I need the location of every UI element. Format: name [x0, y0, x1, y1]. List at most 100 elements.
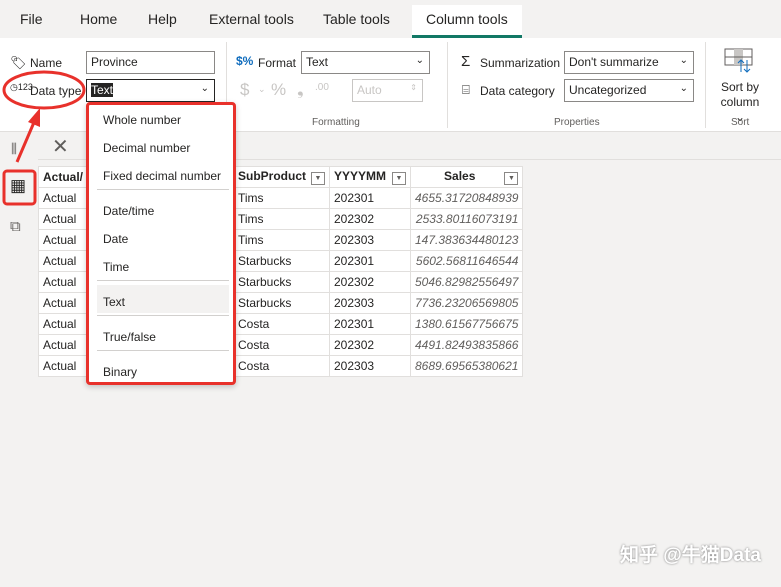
percent-button[interactable]: %: [271, 80, 286, 100]
table-cell[interactable]: Starbucks: [233, 292, 330, 314]
chevron-down-icon: ⌄: [258, 84, 266, 94]
table-cell[interactable]: Costa: [233, 313, 330, 335]
currency-button[interactable]: $: [240, 80, 249, 100]
model-view-icon[interactable]: ⧉: [10, 218, 21, 235]
data-category-label: Data category: [480, 84, 555, 98]
table-cell[interactable]: 5046.82982556497: [409, 271, 524, 293]
data-category-value: Uncategorized: [569, 83, 647, 97]
separator: [97, 315, 229, 316]
divider: [447, 42, 448, 128]
properties-group-label: Properties: [554, 117, 600, 128]
chevron-down-icon: ⌄: [200, 83, 209, 94]
table-view-icon[interactable]: ▦: [10, 176, 26, 196]
spinner-icon: ⇕: [410, 83, 417, 92]
table-cell[interactable]: 202301: [329, 187, 411, 209]
data-category-select[interactable]: Uncategorized ⌄: [564, 79, 694, 102]
option-date-time[interactable]: Date/time: [103, 204, 154, 218]
filter-dropdown-icon[interactable]: ▼: [392, 172, 406, 185]
table-cell[interactable]: 202302: [329, 334, 411, 356]
summarization-select[interactable]: Don't summarize ⌄: [564, 51, 694, 74]
header-label: SubProduct: [238, 169, 306, 183]
menu-bar: File Home Help External tools Table tool…: [0, 0, 781, 38]
option-whole-number[interactable]: Whole number: [103, 113, 181, 127]
tab-table-tools[interactable]: Table tools: [323, 11, 390, 27]
tab-help[interactable]: Help: [148, 11, 177, 27]
filter-dropdown-icon[interactable]: ▼: [311, 172, 325, 185]
tab-file[interactable]: File: [20, 11, 43, 27]
sort-group-label: Sort: [731, 117, 750, 128]
chevron-down-icon: ⌄: [679, 83, 688, 94]
table-cell[interactable]: Costa: [233, 334, 330, 356]
option-date[interactable]: Date: [103, 232, 128, 246]
watermark: 知乎 @牛猫Data: [620, 545, 761, 566]
sigma-icon: Σ: [461, 53, 471, 70]
summarization-value: Don't summarize: [569, 55, 659, 69]
format-icon: $%: [236, 54, 254, 68]
header-label: Actual/: [43, 170, 84, 184]
table-cell[interactable]: 202302: [329, 271, 411, 293]
decimals-button[interactable]: .00: [315, 82, 329, 93]
column-header[interactable]: YYYYMM ▼: [329, 166, 411, 188]
name-label: Name: [30, 56, 63, 70]
table-cell[interactable]: Tims: [233, 208, 330, 230]
table-cell[interactable]: 7736.23206569805: [409, 292, 524, 314]
option-fixed-decimal-number[interactable]: Fixed decimal number: [103, 169, 221, 183]
table-cell[interactable]: 202303: [329, 292, 411, 314]
table-cell[interactable]: 2533.80116073191: [409, 208, 524, 230]
close-icon[interactable]: ✕: [52, 134, 69, 159]
table-cell[interactable]: Costa: [233, 355, 330, 377]
table-cell[interactable]: 1380.61567756675: [409, 313, 524, 335]
format-value: Text: [306, 55, 329, 69]
format-label: Format: [258, 56, 297, 70]
report-view-icon[interactable]: ⫼: [11, 141, 17, 157]
tab-column-tools[interactable]: Column tools: [412, 5, 522, 38]
format-select[interactable]: Text ⌄: [301, 51, 430, 74]
table-cell[interactable]: Tims: [233, 229, 330, 251]
option-true-false[interactable]: True/false: [103, 330, 156, 344]
option-text[interactable]: Text: [103, 295, 125, 309]
table-cell[interactable]: Starbucks: [233, 271, 330, 293]
sort-label: column: [720, 95, 760, 109]
header-label: YYYYMM: [334, 169, 387, 183]
tab-home[interactable]: Home: [80, 11, 117, 27]
name-input[interactable]: Province: [86, 51, 215, 74]
header-label: Sales: [444, 169, 476, 183]
option-time[interactable]: Time: [103, 260, 129, 274]
table-cell[interactable]: 202303: [329, 355, 411, 377]
table-cell[interactable]: 202303: [329, 229, 411, 251]
name-value: Province: [91, 55, 138, 69]
option-decimal-number[interactable]: Decimal number: [103, 141, 190, 155]
data-category-icon: ⌸: [462, 82, 470, 97]
comma-button[interactable]: ❟: [297, 80, 304, 100]
view-sidebar: ⫼ ▦ ⧉: [0, 132, 36, 587]
divider: [705, 42, 706, 128]
decimal-places-input[interactable]: Auto ⇕: [352, 79, 423, 102]
table-cell[interactable]: Starbucks: [233, 250, 330, 272]
table-cell[interactable]: 5602.56811646544: [409, 250, 524, 272]
summarization-label: Summarization: [480, 56, 561, 70]
option-binary[interactable]: Binary: [103, 365, 137, 379]
data-type-value: Text: [91, 83, 114, 97]
table-cell[interactable]: 202301: [329, 250, 411, 272]
formatting-group-label: Formatting: [312, 117, 360, 128]
table-cell[interactable]: Tims: [233, 187, 330, 209]
table-cell[interactable]: 4491.82493835866: [409, 334, 524, 356]
table-cell[interactable]: 147.383634480123: [409, 229, 524, 251]
table-cell[interactable]: 4655.31720848939: [409, 187, 524, 209]
table-cell[interactable]: 8689.69565380621: [409, 355, 524, 377]
separator: [97, 189, 229, 190]
data-type-label: Data type: [30, 84, 82, 98]
chevron-down-icon: ⌄: [679, 55, 688, 66]
column-header[interactable]: Sales ▼: [409, 166, 524, 188]
table-cell[interactable]: 202301: [329, 313, 411, 335]
table-cell[interactable]: 202302: [329, 208, 411, 230]
chevron-down-icon: ⌄: [415, 55, 424, 66]
separator: [97, 280, 229, 281]
sort-label: Sort by: [720, 80, 759, 94]
filter-dropdown-icon[interactable]: ▼: [504, 172, 519, 185]
tab-external-tools[interactable]: External tools: [209, 11, 294, 27]
column-header[interactable]: SubProduct ▼: [233, 166, 330, 188]
data-type-select[interactable]: Text ⌄: [86, 79, 215, 102]
tag-icon: 🏷: [10, 55, 27, 70]
data-type-dropdown: Whole number Decimal number Fixed decima…: [86, 102, 236, 385]
